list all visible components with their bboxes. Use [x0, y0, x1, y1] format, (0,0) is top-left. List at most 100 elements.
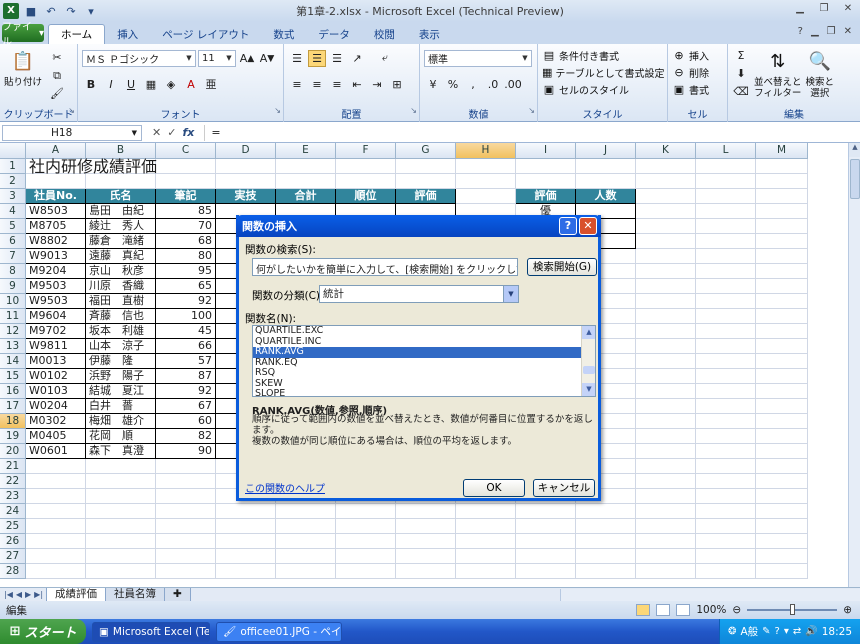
cell[interactable] [756, 369, 808, 384]
column-header[interactable]: D [216, 143, 276, 159]
written-score-cell[interactable]: 68 [156, 234, 216, 249]
wrap-text-icon[interactable]: ⤶ [376, 50, 394, 67]
row-header[interactable]: 6 [0, 234, 26, 249]
cell[interactable] [756, 159, 808, 174]
cell[interactable] [696, 189, 756, 204]
ime-mode[interactable]: A般 [740, 624, 758, 639]
zoom-slider[interactable] [747, 604, 838, 615]
prev-sheet-icon[interactable]: ◀ [16, 590, 22, 599]
column-header[interactable]: I [516, 143, 576, 159]
cell[interactable] [516, 174, 576, 189]
formula-input[interactable]: = [204, 124, 860, 141]
eval-table-header[interactable]: 評価 [516, 189, 576, 204]
cell[interactable] [396, 519, 456, 534]
cell[interactable] [756, 264, 808, 279]
row-header[interactable]: 12 [0, 324, 26, 339]
cell[interactable] [636, 219, 696, 234]
sheet-tab-grades[interactable]: 成績評価 [46, 587, 107, 602]
cell[interactable] [696, 564, 756, 579]
cell[interactable] [756, 519, 808, 534]
row-header[interactable]: 24 [0, 504, 26, 519]
cell[interactable] [156, 564, 216, 579]
page-break-view-icon[interactable] [676, 604, 691, 616]
ime-icon[interactable]: ❂ [728, 626, 736, 637]
cell[interactable] [156, 474, 216, 489]
employee-id-cell[interactable]: M9604 [26, 309, 86, 324]
cell[interactable] [756, 279, 808, 294]
scroll-thumb[interactable] [850, 159, 860, 199]
help-icon[interactable]: ? [798, 26, 803, 37]
page-layout-view-icon[interactable] [656, 604, 671, 616]
employee-id-cell[interactable]: M8705 [26, 219, 86, 234]
zoom-slider-knob[interactable] [790, 604, 796, 615]
cell[interactable] [696, 399, 756, 414]
cell[interactable] [86, 474, 156, 489]
grow-font-icon[interactable]: A ▲ [238, 50, 256, 67]
cell[interactable] [696, 444, 756, 459]
scroll-up-icon[interactable]: ▲ [849, 143, 860, 157]
format-painter-icon[interactable]: 🖌 [48, 85, 66, 102]
cell[interactable] [26, 519, 86, 534]
shrink-font-icon[interactable]: A ▼ [258, 50, 276, 67]
cell[interactable] [156, 489, 216, 504]
cell[interactable] [696, 549, 756, 564]
cell[interactable] [756, 249, 808, 264]
row-header[interactable]: 27 [0, 549, 26, 564]
written-score-cell[interactable]: 70 [156, 219, 216, 234]
next-sheet-icon[interactable]: ▶ [25, 590, 31, 599]
cut-icon[interactable]: ✂ [48, 49, 66, 66]
comma-icon[interactable]: , [464, 76, 482, 93]
cell[interactable] [696, 369, 756, 384]
cell[interactable] [336, 534, 396, 549]
ok-button[interactable]: OK [463, 479, 525, 497]
row-header[interactable]: 4 [0, 204, 26, 219]
find-select-button[interactable]: 🔍 検索と 選択 [806, 47, 835, 100]
cell[interactable] [576, 174, 636, 189]
sheet-title[interactable]: 社内研修成績評価 [26, 159, 286, 176]
cell[interactable] [86, 564, 156, 579]
cell[interactable] [456, 549, 516, 564]
zoom-out-icon[interactable]: ⊖ [732, 604, 741, 616]
workbook-restore-icon[interactable]: ❐ [827, 26, 836, 37]
cell[interactable] [696, 234, 756, 249]
cell[interactable] [396, 504, 456, 519]
cell[interactable] [696, 264, 756, 279]
cell[interactable] [636, 234, 696, 249]
cell[interactable] [696, 459, 756, 474]
workbook-minimize-icon[interactable]: ▁ [811, 26, 819, 37]
employee-id-cell[interactable]: M9204 [26, 264, 86, 279]
fill-color-icon[interactable]: ◈ [162, 76, 180, 93]
cell[interactable] [516, 564, 576, 579]
employee-id-cell[interactable]: W0601 [26, 444, 86, 459]
cell[interactable] [696, 294, 756, 309]
cancel-entry-icon[interactable]: ✕ [152, 126, 161, 139]
cell[interactable] [636, 414, 696, 429]
cell[interactable] [636, 369, 696, 384]
employee-name-cell[interactable]: 梅畑 雄介 [86, 414, 156, 429]
cell[interactable] [336, 564, 396, 579]
list-item-selected[interactable]: RANK.AVG [253, 346, 581, 358]
currency-icon[interactable]: ¥ [424, 76, 442, 93]
taskbar-item-excel[interactable]: ▣Microsoft Excel (Tec... [92, 621, 210, 642]
employee-id-cell[interactable]: M0302 [26, 414, 86, 429]
employee-id-cell[interactable]: M0013 [26, 354, 86, 369]
cell[interactable] [636, 534, 696, 549]
employee-name-cell[interactable]: 花岡 順 [86, 429, 156, 444]
cell[interactable] [756, 504, 808, 519]
cell[interactable] [756, 384, 808, 399]
row-header[interactable]: 2 [0, 174, 26, 189]
row-header[interactable]: 22 [0, 474, 26, 489]
vertical-scrollbar[interactable]: ▲ [848, 143, 860, 587]
last-sheet-icon[interactable]: ▶| [34, 590, 43, 599]
cell[interactable] [756, 564, 808, 579]
cell[interactable] [216, 504, 276, 519]
dialog-launcher-icon[interactable]: ↘ [528, 106, 535, 115]
cell[interactable] [756, 474, 808, 489]
cell[interactable] [756, 429, 808, 444]
select-all-corner[interactable] [0, 143, 26, 159]
cell[interactable] [576, 564, 636, 579]
borders-icon[interactable]: ▦ [142, 76, 160, 93]
cell[interactable] [396, 549, 456, 564]
row-header[interactable]: 5 [0, 219, 26, 234]
cell[interactable] [26, 564, 86, 579]
